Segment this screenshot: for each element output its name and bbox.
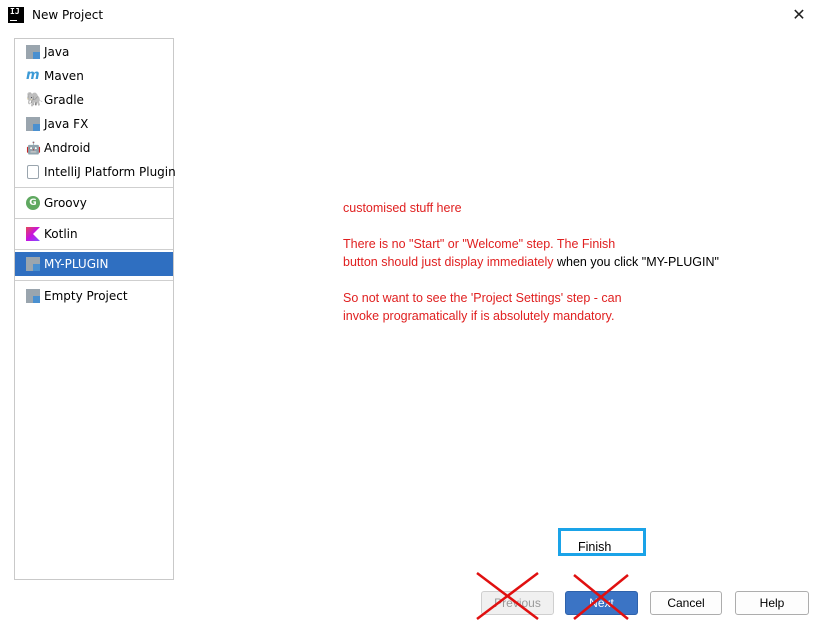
folder-icon bbox=[26, 117, 40, 131]
folder-icon bbox=[26, 45, 40, 59]
sidebar-item-label: IntelliJ Platform Plugin bbox=[44, 165, 176, 179]
groovy-icon: G bbox=[26, 196, 40, 210]
sidebar-item-groovy[interactable]: G Groovy bbox=[15, 191, 173, 215]
android-icon: 🤖 bbox=[26, 141, 41, 155]
annotation-line: So not want to see the 'Project Settings… bbox=[343, 291, 622, 305]
sidebar-item-label: Maven bbox=[44, 69, 84, 83]
sidebar-item-gradle[interactable]: 🐘 Gradle bbox=[15, 88, 173, 112]
sidebar-item-java[interactable]: Java bbox=[15, 40, 173, 64]
annotation-line: There is no "Start" or "Welcome" step. T… bbox=[343, 237, 616, 251]
sidebar-item-javafx[interactable]: Java FX bbox=[15, 112, 173, 136]
sidebar-item-label: MY-PLUGIN bbox=[44, 257, 109, 271]
plugin-icon bbox=[27, 165, 39, 179]
maven-icon: m bbox=[26, 68, 40, 83]
folder-icon bbox=[26, 257, 40, 271]
gradle-icon: 🐘 bbox=[26, 92, 44, 108]
sidebar-item-intellij-platform-plugin[interactable]: IntelliJ Platform Plugin bbox=[15, 160, 176, 184]
annotation-line: invoke programatically if is absolutely … bbox=[343, 309, 615, 323]
divider bbox=[15, 218, 173, 219]
sidebar-item-label: Gradle bbox=[44, 93, 84, 107]
close-icon[interactable]: ✕ bbox=[788, 4, 810, 26]
sidebar-item-label: Android bbox=[44, 141, 91, 155]
sidebar-item-my-plugin[interactable]: MY-PLUGIN bbox=[15, 252, 173, 276]
sidebar-item-maven[interactable]: m Maven bbox=[15, 64, 173, 88]
sidebar-item-empty-project[interactable]: Empty Project bbox=[15, 284, 173, 308]
sidebar-item-label: Empty Project bbox=[44, 289, 128, 303]
kotlin-icon bbox=[26, 227, 40, 241]
annotation-line: button should just display immediately w… bbox=[343, 255, 719, 269]
title-bar: IJ New Project ✕ bbox=[0, 0, 825, 32]
finish-button[interactable]: Finish bbox=[558, 528, 646, 556]
folder-icon bbox=[26, 289, 40, 303]
divider bbox=[15, 187, 173, 188]
sidebar-item-label: Java FX bbox=[44, 117, 89, 131]
sidebar-item-label: Kotlin bbox=[44, 227, 78, 241]
divider bbox=[15, 280, 173, 281]
help-button[interactable]: Help bbox=[735, 591, 809, 615]
sidebar-item-kotlin[interactable]: Kotlin bbox=[15, 222, 173, 246]
project-type-list: Java m Maven 🐘 Gradle Java FX 🤖 Android … bbox=[14, 38, 176, 580]
intellij-app-icon: IJ bbox=[8, 7, 24, 23]
sidebar-item-android[interactable]: 🤖 Android bbox=[15, 136, 173, 160]
sidebar-item-label: Groovy bbox=[44, 196, 87, 210]
app-icon-text: IJ bbox=[10, 7, 20, 16]
finish-button-label: Finish bbox=[578, 540, 612, 554]
cancel-button[interactable]: Cancel bbox=[650, 591, 722, 615]
divider bbox=[15, 249, 173, 250]
sidebar-item-label: Java bbox=[44, 45, 70, 59]
red-cross-icon bbox=[573, 574, 629, 620]
red-cross-icon bbox=[476, 572, 539, 620]
annotation-red-text: button should just display immediately bbox=[343, 255, 554, 269]
annotation-line: customised stuff here bbox=[343, 201, 462, 215]
annotation-black-text: when you click "MY-PLUGIN" bbox=[553, 255, 719, 269]
window-title: New Project bbox=[32, 8, 104, 22]
